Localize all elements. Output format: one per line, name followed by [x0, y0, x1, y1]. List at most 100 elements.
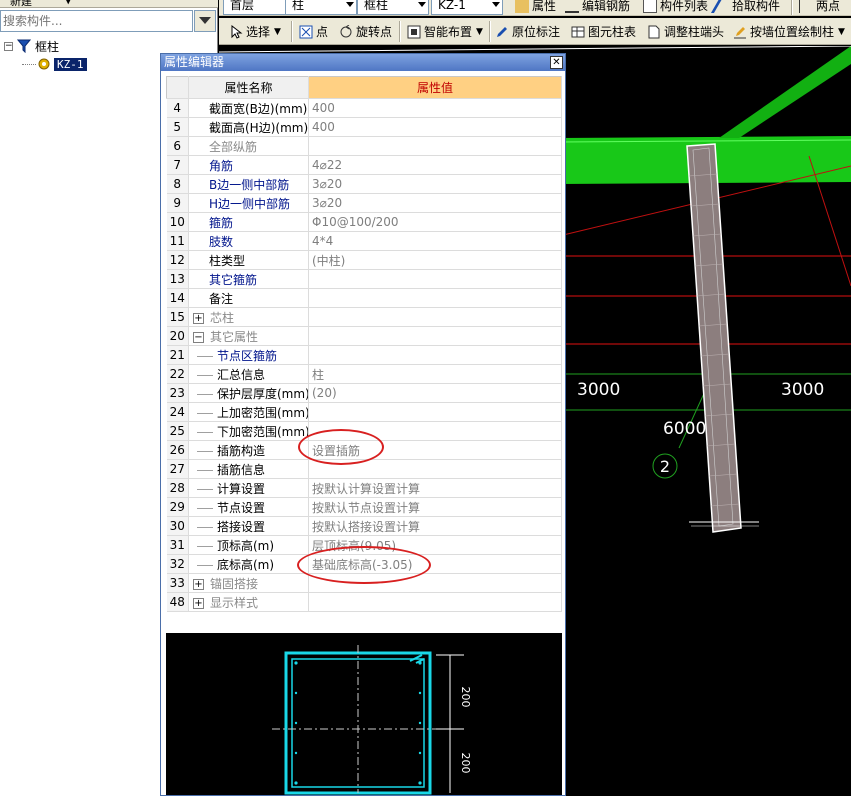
property-row[interactable]: 10 箍筋 Φ10@100/200: [166, 212, 562, 232]
property-row[interactable]: 20− 其它属性: [166, 326, 562, 346]
chevron-down-icon: ▼: [476, 26, 483, 37]
property-row[interactable]: 14 备注: [166, 288, 562, 308]
property-row[interactable]: 6 全部纵筋: [166, 136, 562, 156]
property-value[interactable]: [308, 326, 562, 346]
category-select[interactable]: 柱: [285, 0, 357, 15]
category-value: 柱: [292, 0, 305, 12]
property-value[interactable]: [308, 592, 562, 612]
property-row[interactable]: 22 汇总信息 柱: [166, 364, 562, 384]
row-number: 7: [166, 155, 189, 175]
property-value[interactable]: [308, 136, 562, 156]
pick-component-button[interactable]: 拾取构件: [710, 0, 780, 15]
property-name: 节点区箍筋: [217, 348, 278, 363]
tree-item-frame-column[interactable]: − 框柱: [4, 37, 59, 55]
property-row[interactable]: 5 截面高(H边)(mm) 400: [166, 117, 562, 137]
tree-connector: [197, 488, 213, 490]
property-name-cell: 上加密范围(mm): [188, 402, 309, 422]
in-place-annotation-button[interactable]: 原位标注: [495, 22, 560, 41]
property-value[interactable]: (20): [308, 383, 562, 403]
two-point-label: 两点: [816, 0, 841, 13]
property-value[interactable]: [308, 307, 562, 327]
property-value[interactable]: 按默认搭接设置计算: [308, 516, 562, 536]
property-name-cell: 插筋信息: [188, 459, 309, 479]
property-name: 顶标高(m): [217, 538, 275, 553]
property-name: 锚固搭接: [210, 576, 259, 591]
properties-button[interactable]: 属性: [515, 0, 556, 15]
property-row[interactable]: 48 + 显示样式: [166, 592, 562, 612]
expand-icon[interactable]: +: [193, 578, 204, 590]
element-column-table-button[interactable]: 图元柱表: [571, 22, 636, 41]
floor-value: 首层: [230, 0, 255, 12]
property-row[interactable]: 15 + 芯柱: [166, 307, 562, 327]
expand-icon[interactable]: +: [193, 597, 204, 609]
property-value[interactable]: 3⌀20: [308, 174, 562, 194]
property-row[interactable]: 23 保护层厚度(mm) (20): [166, 383, 562, 403]
new-button[interactable]: 新建: [10, 0, 32, 7]
property-value[interactable]: [308, 345, 562, 365]
list-icon: [643, 0, 657, 13]
property-value[interactable]: [308, 288, 562, 308]
property-row[interactable]: 4 截面宽(B边)(mm) 400: [166, 98, 562, 118]
draw-column-by-wall-label: 按墙位置绘制柱: [750, 25, 835, 39]
adjust-column-end-button[interactable]: 调整柱端头: [647, 22, 724, 41]
component-search-input[interactable]: [0, 10, 193, 32]
dimension-top: 200: [459, 687, 472, 708]
property-row[interactable]: 28 计算设置 按默认计算设置计算: [166, 478, 562, 498]
tree-item-kz1[interactable]: KZ-1: [22, 55, 87, 73]
collapse-icon[interactable]: −: [193, 331, 204, 343]
row-number: 22: [166, 364, 189, 384]
component-list-button[interactable]: 构件列表: [643, 0, 708, 15]
tree-connector: [22, 63, 36, 65]
close-button[interactable]: ✕: [550, 56, 563, 69]
collapse-icon[interactable]: −: [4, 41, 13, 51]
row-number: 26: [166, 440, 189, 460]
property-row[interactable]: 30 搭接设置 按默认搭接设置计算: [166, 516, 562, 536]
tree-connector: [197, 564, 213, 566]
property-value[interactable]: 按默认节点设置计算: [308, 497, 562, 517]
property-row[interactable]: 9 H边一侧中部筋 3⌀20: [166, 193, 562, 213]
select-button[interactable]: 选择 ▼: [229, 22, 281, 41]
property-value[interactable]: 柱: [308, 364, 562, 384]
property-value[interactable]: 400: [308, 117, 562, 137]
expand-icon[interactable]: +: [193, 312, 204, 324]
property-value[interactable]: 按默认计算设置计算: [308, 478, 562, 498]
property-value[interactable]: (中柱): [308, 250, 562, 270]
chevron-down-icon: [418, 2, 426, 7]
property-value[interactable]: 4⌀22: [308, 155, 562, 175]
rotate-point-button[interactable]: 旋转点: [339, 22, 392, 41]
property-value[interactable]: 4*4: [308, 231, 562, 251]
property-value[interactable]: Φ10@100/200: [308, 212, 562, 232]
type-select[interactable]: 框柱: [357, 0, 429, 15]
point-button[interactable]: 点: [299, 22, 328, 41]
tree-connector: [197, 355, 213, 357]
property-row[interactable]: 24 上加密范围(mm): [166, 402, 562, 422]
property-value[interactable]: [308, 269, 562, 289]
draw-column-by-wall-button[interactable]: 按墙位置绘制柱 ▼: [733, 22, 845, 41]
tree-dropdown-arrow[interactable]: ▼: [64, 0, 72, 6]
edit-rebar-icon: [565, 0, 579, 13]
drawing-toolbar: 选择 ▼ 点 旋转点 智能布置 ▼ 原位标注 图元柱表 调整柱端头 按墙位置绘制…: [219, 18, 851, 45]
property-row[interactable]: 13 其它箍筋: [166, 269, 562, 289]
edit-rebar-button[interactable]: 编辑钢筋: [565, 0, 630, 15]
property-row[interactable]: 27 插筋信息: [166, 459, 562, 479]
row-number: 20: [166, 326, 189, 346]
property-row[interactable]: 12 柱类型 (中柱): [166, 250, 562, 270]
toolbar-separator: [791, 0, 793, 15]
tree-child-label: KZ-1: [54, 57, 87, 71]
property-row[interactable]: 11 肢数 4*4: [166, 231, 562, 251]
property-value[interactable]: [308, 402, 562, 422]
property-value[interactable]: 3⌀20: [308, 193, 562, 213]
property-row[interactable]: 8 B边一侧中部筋 3⌀20: [166, 174, 562, 194]
property-row[interactable]: 7 角筋 4⌀22: [166, 155, 562, 175]
green-beam-diagonal: [719, 46, 851, 138]
search-dropdown-button[interactable]: [194, 10, 216, 32]
property-name: 插筋信息: [217, 462, 266, 477]
property-editor-titlebar[interactable]: 属性编辑器 ✕: [161, 54, 565, 71]
property-row[interactable]: 21 节点区箍筋: [166, 345, 562, 365]
property-row[interactable]: 29 节点设置 按默认节点设置计算: [166, 497, 562, 517]
component-select[interactable]: KZ-1: [431, 0, 503, 15]
gear-icon: [38, 58, 50, 70]
smart-layout-button[interactable]: 智能布置 ▼: [407, 22, 483, 41]
property-value[interactable]: 400: [308, 98, 562, 118]
two-point-button[interactable]: 两点: [799, 0, 840, 15]
